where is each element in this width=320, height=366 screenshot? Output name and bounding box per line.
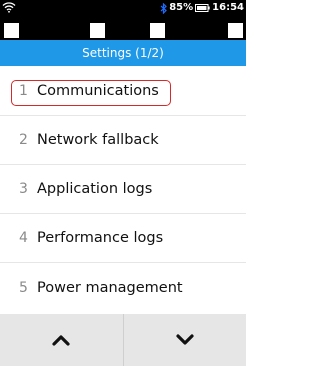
soft-key-4[interactable] — [228, 23, 243, 38]
chevron-up-icon — [52, 335, 70, 346]
clock: 16:54 — [212, 2, 244, 13]
menu-item-label: Performance logs — [37, 230, 164, 246]
battery-icon — [195, 4, 210, 12]
menu-item-performance-logs[interactable]: 4 Performance logs — [0, 214, 246, 263]
bluetooth-icon — [160, 2, 168, 14]
chevron-down-icon — [176, 334, 194, 345]
menu-item-network-fallback[interactable]: 2 Network fallback — [0, 116, 246, 165]
page-up-button[interactable] — [0, 314, 123, 366]
status-bar: 85% 16:54 — [0, 0, 246, 40]
page-down-button[interactable] — [124, 314, 247, 366]
wifi-icon — [2, 2, 16, 13]
title-bar: Settings (1/2) — [0, 40, 246, 66]
menu-item-number: 5 — [19, 279, 28, 296]
menu-item-number: 2 — [19, 132, 28, 148]
selection-highlight — [11, 80, 171, 106]
status-indicators: 85% 16:54 — [160, 1, 244, 15]
menu-item-communications[interactable]: 1 Communications — [0, 67, 246, 116]
menu-item-number: 4 — [19, 230, 28, 246]
page-navigation-bar — [0, 314, 246, 366]
battery-percent: 85% — [169, 2, 194, 13]
menu-item-number: 3 — [19, 181, 28, 197]
page-title: Settings (1/2) — [82, 46, 164, 60]
menu-item-label: Power management — [37, 279, 183, 296]
soft-key-1[interactable] — [4, 23, 19, 38]
soft-key-3[interactable] — [150, 23, 165, 38]
menu-item-label: Network fallback — [37, 132, 159, 148]
menu-item-application-logs[interactable]: 3 Application logs — [0, 165, 246, 214]
soft-key-2[interactable] — [90, 23, 105, 38]
payment-terminal-screen: 85% 16:54 Settings (1/2) 1 Communication… — [0, 0, 246, 366]
menu-item-label: Application logs — [37, 181, 153, 197]
settings-menu: 1 Communications 2 Network fallback 3 Ap… — [0, 67, 246, 312]
menu-item-power-management[interactable]: 5 Power management — [0, 263, 246, 312]
